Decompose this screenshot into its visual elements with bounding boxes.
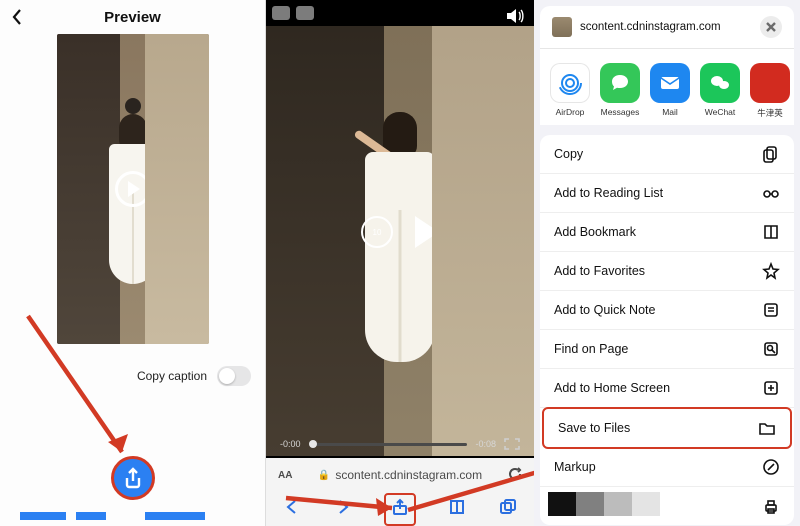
share-domain: scontent.cdninstagram.com (580, 21, 721, 33)
rewind-button[interactable]: 10 (361, 216, 393, 248)
time-remaining: -0:08 (475, 439, 496, 449)
share-airdrop[interactable]: AirDrop (550, 63, 590, 119)
video-area[interactable]: 10 (266, 26, 534, 456)
media-thumbnail[interactable] (57, 34, 209, 344)
action-plus-box[interactable]: Add to Home Screen (540, 369, 794, 408)
playback-controls: 10 (361, 216, 439, 248)
color-swatches (548, 492, 660, 516)
time-current: -0:00 (280, 439, 301, 449)
preview-screen: Preview Copy caption (0, 0, 266, 526)
video-player-screen: 10 -0:00 -0:08 AA 🔒 scontent.cdninstagra… (266, 0, 534, 526)
copy-icon (762, 145, 780, 163)
share-other-app[interactable]: 牛津英 (750, 63, 790, 119)
note-icon (762, 301, 780, 319)
share-sheet: scontent.cdninstagram.com AirDrop Messag… (534, 0, 800, 526)
share-sheet-header: scontent.cdninstagram.com (540, 6, 794, 49)
safari-toolbar (266, 492, 534, 526)
progress-bar[interactable]: -0:00 -0:08 (280, 438, 520, 450)
action-label: Add to Favorites (554, 264, 645, 278)
reload-button[interactable] (508, 467, 522, 484)
star-icon (762, 262, 780, 280)
plus-box-icon (762, 379, 780, 397)
action-list: Copy Add to Reading List Add Bookmark Add t… (540, 135, 794, 525)
fullscreen-icon[interactable] (504, 438, 520, 450)
share-wechat[interactable]: WeChat (700, 63, 740, 119)
action-label: Find on Page (554, 342, 628, 356)
book-icon (762, 223, 780, 241)
action-label: Add to Reading List (554, 186, 663, 200)
action-label: Markup (554, 460, 596, 474)
folder-icon (758, 419, 776, 437)
nav-forward-button[interactable] (333, 497, 353, 522)
play-button[interactable] (415, 216, 439, 248)
pip-controls[interactable] (272, 6, 314, 20)
share-targets-row: AirDrop Messages Mail WeChat 牛津英 (540, 49, 794, 125)
reader-button[interactable]: AA (278, 470, 292, 481)
address-domain: scontent.cdninstagram.com (335, 468, 482, 482)
copy-caption-toggle[interactable] (217, 366, 251, 386)
action-label: Add to Home Screen (554, 381, 670, 395)
action-label: Copy (554, 147, 583, 161)
bottom-strip (20, 512, 245, 520)
action-glasses[interactable]: Add to Reading List (540, 174, 794, 213)
share-messages[interactable]: Messages (600, 63, 640, 119)
action-star[interactable]: Add to Favorites (540, 252, 794, 291)
action-copy[interactable]: Copy (540, 135, 794, 174)
copy-caption-label: Copy caption (137, 369, 207, 383)
play-icon[interactable] (115, 171, 151, 207)
bookmarks-button[interactable] (447, 497, 467, 522)
printer-icon (762, 497, 780, 515)
pen-icon (762, 458, 780, 476)
action-pen[interactable]: Markup (540, 448, 794, 487)
find-icon (762, 340, 780, 358)
safari-share-button[interactable] (384, 493, 416, 526)
share-thumbnail-icon (552, 17, 572, 37)
share-mail[interactable]: Mail (650, 63, 690, 119)
copy-caption-row: Copy caption (137, 366, 251, 386)
tabs-button[interactable] (498, 497, 518, 522)
action-label: Save to Files (558, 421, 630, 435)
back-button[interactable] (10, 8, 24, 30)
glasses-icon (762, 184, 780, 202)
action-book[interactable]: Add Bookmark (540, 213, 794, 252)
action-note[interactable]: Add to Quick Note (540, 291, 794, 330)
address-bar[interactable]: AA 🔒 scontent.cdninstagram.com (266, 458, 534, 492)
nav-back-button[interactable] (282, 497, 302, 522)
close-button[interactable] (760, 16, 782, 38)
action-find[interactable]: Find on Page (540, 330, 794, 369)
preview-header: Preview (0, 0, 265, 34)
preview-title: Preview (104, 9, 161, 26)
share-button[interactable] (111, 456, 155, 500)
action-label: Add Bookmark (554, 225, 636, 239)
action-folder[interactable]: Save to Files (542, 407, 792, 449)
lock-icon: 🔒 (318, 470, 330, 481)
action-label: Add to Quick Note (554, 303, 655, 317)
volume-icon[interactable] (506, 8, 524, 24)
